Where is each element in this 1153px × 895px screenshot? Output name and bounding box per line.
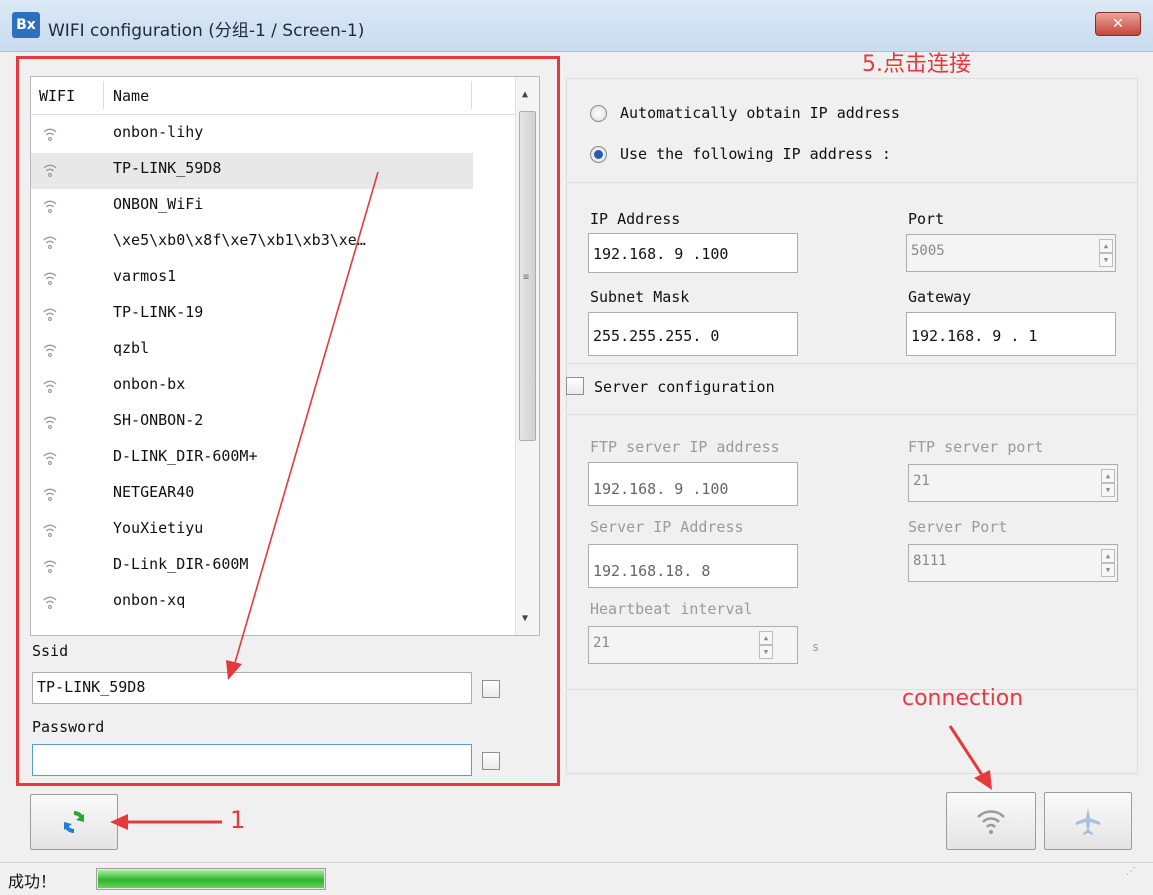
resize-grip-icon[interactable]: ⋰ bbox=[1126, 866, 1136, 877]
status-text: 成功！ bbox=[8, 872, 57, 891]
progress-fill bbox=[98, 870, 324, 888]
progress-bar bbox=[96, 868, 326, 890]
arrow-ssid bbox=[226, 171, 379, 680]
arrow-connection bbox=[948, 725, 992, 790]
arrow-refresh bbox=[110, 814, 222, 830]
annotation-arrows bbox=[110, 171, 992, 830]
